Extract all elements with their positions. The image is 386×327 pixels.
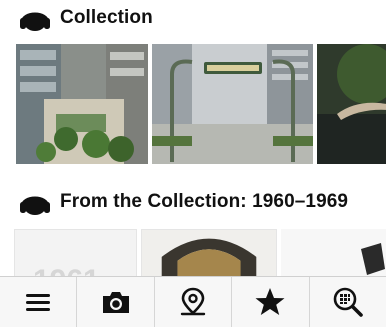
- tab-location[interactable]: [155, 277, 233, 327]
- tab-favorites[interactable]: [232, 277, 310, 327]
- headphones-icon: [20, 12, 50, 31]
- location-pin-icon: [180, 287, 206, 316]
- bottom-tab-bar: [0, 276, 386, 327]
- section-title: Collection: [60, 7, 153, 28]
- sculpture-arch-image: [142, 230, 276, 278]
- artwork-thumbnail[interactable]: [281, 229, 386, 279]
- tab-camera[interactable]: [77, 277, 155, 327]
- 1960s-thumbnail-row[interactable]: 1961: [14, 229, 386, 279]
- reflecting-pool-sculpture-image: [317, 44, 386, 164]
- menu-icon: [26, 294, 51, 311]
- artwork-thumbnail[interactable]: [152, 44, 313, 164]
- artwork-thumbnail[interactable]: [141, 229, 277, 279]
- section-header-collection[interactable]: Collection: [18, 5, 153, 31]
- tab-menu[interactable]: [0, 277, 78, 327]
- artwork-thumbnail[interactable]: [317, 44, 386, 164]
- artwork-thumbnail[interactable]: [16, 44, 148, 164]
- collection-thumbnail-row[interactable]: [16, 44, 386, 164]
- sculpture-garden-image: [16, 44, 148, 164]
- headphones-icon: [20, 196, 50, 215]
- zoom-grid-icon: [333, 287, 363, 317]
- star-icon: [255, 288, 285, 315]
- section-header-1960-1969[interactable]: From the Collection: 1960–1969: [18, 189, 348, 215]
- tab-explore[interactable]: [310, 277, 386, 327]
- artwork-thumbnail[interactable]: 1961: [14, 229, 137, 279]
- metro-entrance-image: [152, 44, 313, 164]
- camera-icon: [102, 292, 129, 313]
- section-title: From the Collection: 1960–1969: [60, 191, 349, 212]
- sculpture-photo-image: [281, 229, 386, 279]
